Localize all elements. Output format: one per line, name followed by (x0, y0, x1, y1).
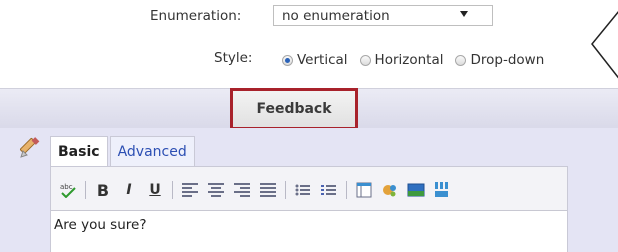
radio-vertical-label: Vertical (297, 52, 348, 68)
underline-button[interactable]: U (146, 180, 164, 200)
bulleted-list-icon[interactable] (294, 180, 312, 200)
numbered-list-icon[interactable] (320, 180, 338, 200)
italic-button[interactable]: I (120, 180, 138, 200)
radio-button-icon[interactable] (455, 54, 467, 66)
radio-dropdown[interactable]: Drop-down (455, 52, 544, 68)
tab-basic[interactable]: Basic (50, 136, 108, 167)
toolbar-separator (346, 181, 347, 199)
radio-button-checked-icon[interactable] (282, 54, 293, 66)
radio-horizontal-label: Horizontal (374, 52, 444, 68)
radio-vertical[interactable]: Vertical (282, 52, 348, 68)
align-right-icon[interactable] (233, 180, 251, 200)
enumeration-row: Enumeration: (150, 8, 241, 24)
insert-anchor-icon[interactable] (433, 180, 451, 200)
align-left-icon[interactable] (181, 180, 199, 200)
toolbar-separator (172, 181, 173, 199)
align-center-icon[interactable] (207, 180, 225, 200)
radio-dropdown-label: Drop-down (470, 52, 545, 68)
radio-horizontal[interactable]: Horizontal (359, 52, 444, 68)
toolbar-separator (285, 181, 286, 199)
editor-toolbar: abc B I U (59, 177, 451, 203)
question-settings-area: Enumeration: no enumeration Style: Verti… (0, 0, 618, 88)
enumeration-value: no enumeration (282, 7, 390, 24)
tab-advanced[interactable]: Advanced (109, 136, 195, 166)
callout-arrow-icon (591, 11, 618, 79)
insert-table-icon[interactable] (355, 180, 373, 200)
align-justify-icon[interactable] (259, 180, 277, 200)
dropdown-arrow-icon[interactable] (460, 11, 468, 17)
style-radio-group: Vertical Horizontal Drop-down (282, 52, 556, 68)
pencil-icon[interactable] (18, 136, 42, 160)
style-label: Style: (214, 50, 253, 66)
toolbar-separator (85, 181, 86, 199)
insert-image-icon[interactable] (407, 180, 425, 200)
insert-media-icon[interactable] (381, 180, 399, 200)
spellcheck-icon-label: abc (60, 183, 73, 191)
rich-text-editor: abc B I U Are you sure? (50, 166, 568, 252)
radio-button-icon[interactable] (359, 54, 371, 66)
style-row: Style: (214, 50, 252, 66)
editor-tabs: Basic Advanced (50, 136, 195, 167)
bold-button[interactable]: B (94, 180, 112, 200)
feedback-text-area[interactable]: Are you sure? (51, 210, 567, 252)
spellcheck-icon[interactable]: abc (59, 180, 77, 200)
enumeration-label: Enumeration: (150, 8, 242, 24)
tab-feedback[interactable]: Feedback (230, 88, 358, 130)
enumeration-select[interactable]: no enumeration (273, 5, 493, 26)
